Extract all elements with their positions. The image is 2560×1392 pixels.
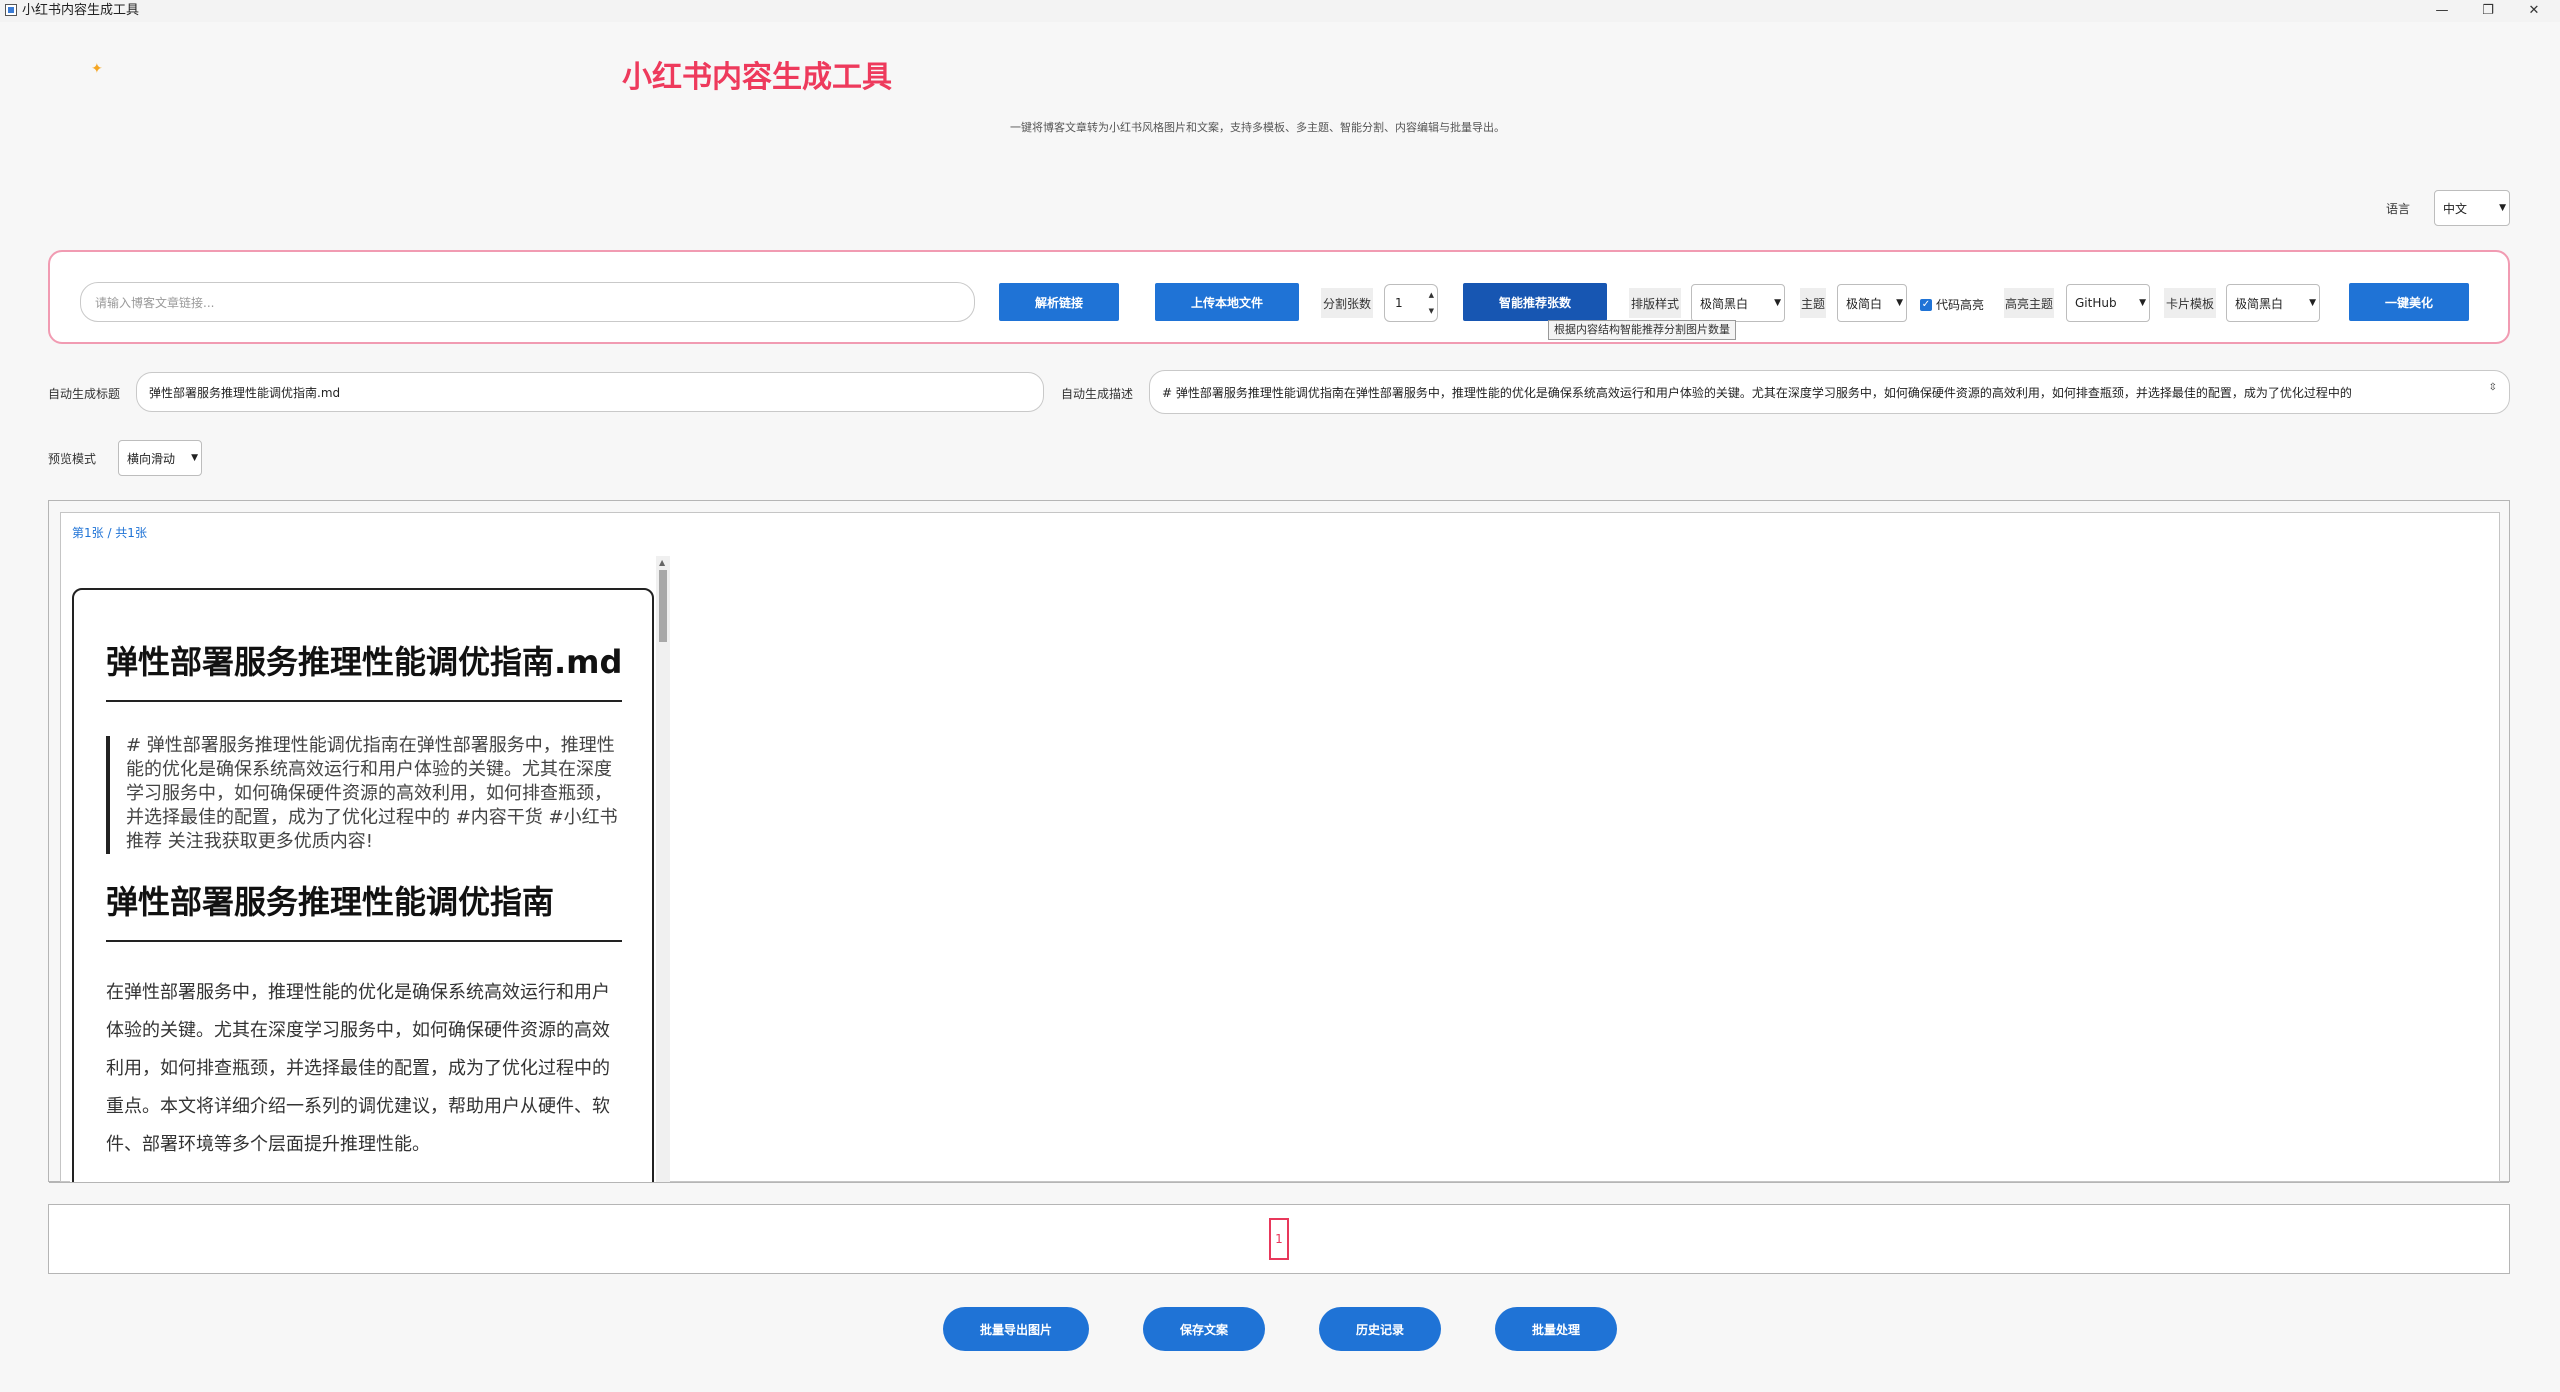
scroll-up-icon[interactable]: ▲ — [659, 558, 665, 567]
language-value: 中文 — [2443, 201, 2468, 216]
batch-process-button[interactable]: 批量处理 — [1495, 1307, 1617, 1351]
quote-bar — [106, 736, 110, 854]
parse-link-button[interactable]: 解析链接 — [999, 283, 1119, 321]
card-blockquote: # 弹性部署服务推理性能调优指南在弹性部署服务中，推理性能的优化是确保系统高效运… — [126, 735, 618, 852]
app-icon — [5, 4, 17, 16]
url-input[interactable]: 请输入博客文章链接... — [80, 282, 975, 322]
smart-recommend-button[interactable]: 智能推荐张数 — [1463, 283, 1607, 321]
url-placeholder: 请输入博客文章链接... — [95, 295, 215, 310]
card-template-label: 卡片模板 — [2164, 288, 2216, 318]
layout-style-label: 排版样式 — [1629, 288, 1681, 318]
language-label: 语言 — [2386, 202, 2411, 216]
window-titlebar — [0, 0, 2560, 22]
theme-value: 极简白 — [1846, 296, 1883, 311]
page-button[interactable]: 1 — [1269, 1218, 1289, 1260]
chevron-down-icon: ▼ — [1774, 298, 1781, 308]
auto-desc-value: # 弹性部署服务推理性能调优指南在弹性部署服务中，推理性能的优化是确保系统高效运… — [1162, 385, 2352, 400]
resize-handle-icon[interactable]: ⇳ — [2489, 383, 2497, 393]
save-copy-button[interactable]: 保存文案 — [1143, 1307, 1265, 1351]
heading-divider — [106, 700, 622, 702]
page-subtitle: 一键将博客文章转为小红书风格图片和文案，支持多模板、多主题、智能分割、内容编辑与… — [1010, 121, 1505, 134]
page-indicator: 第1张 / 共1张 — [72, 526, 147, 540]
highlight-theme-label: 高亮主题 — [2004, 288, 2054, 318]
upload-file-button[interactable]: 上传本地文件 — [1155, 283, 1299, 321]
batch-export-button[interactable]: 批量导出图片 — [943, 1307, 1089, 1351]
card-template-value: 极简黑白 — [2235, 296, 2284, 311]
highlight-theme-value: GitHub — [2075, 296, 2117, 310]
auto-desc-label: 自动生成描述 — [1061, 387, 1134, 401]
chevron-down-icon: ▼ — [1896, 298, 1903, 308]
card-template-select[interactable]: 极简黑白 ▼ — [2226, 284, 2320, 322]
split-count-value: 1 — [1395, 296, 1403, 310]
card-paragraph: 在弹性部署服务中，推理性能的优化是确保系统高效运行和用户体验的关键。尤其在深度学… — [106, 982, 610, 1155]
auto-title-input[interactable]: 弹性部署服务推理性能调优指南.md — [136, 372, 1044, 412]
card-heading-1: 弹性部署服务推理性能调优指南.md — [106, 643, 623, 681]
preview-gap — [49, 1183, 2509, 1204]
scrollbar-thumb[interactable] — [659, 570, 667, 642]
split-count-label: 分割张数 — [1321, 288, 1373, 318]
auto-title-value: 弹性部署服务推理性能调优指南.md — [149, 385, 341, 400]
highlight-theme-select[interactable]: GitHub ▼ — [2066, 284, 2150, 322]
preview-mode-value: 横向滑动 — [127, 451, 176, 466]
beautify-button[interactable]: 一键美化 — [2349, 283, 2469, 321]
heading-divider — [106, 940, 622, 942]
stepper-up-icon[interactable]: ▲ — [1429, 291, 1434, 299]
chevron-down-icon: ▼ — [2309, 298, 2316, 308]
layout-style-value: 极简黑白 — [1700, 296, 1749, 311]
checkbox-checked-icon[interactable]: ✓ — [1920, 298, 1932, 311]
preview-mode-select[interactable]: 横向滑动 ▼ — [118, 440, 202, 476]
close-icon[interactable]: ✕ — [2512, 0, 2556, 22]
card-heading-2: 弹性部署服务推理性能调优指南 — [106, 883, 555, 921]
auto-desc-textarea[interactable]: # 弹性部署服务推理性能调优指南在弹性部署服务中，推理性能的优化是确保系统高效运… — [1149, 370, 2510, 414]
split-count-stepper[interactable]: 1 ▲ ▼ — [1384, 284, 1438, 322]
chevron-down-icon: ▼ — [191, 453, 198, 463]
theme-label: 主题 — [1800, 288, 1826, 318]
language-select[interactable]: 中文 ▼ — [2434, 190, 2510, 226]
window-title: 小红书内容生成工具 — [22, 3, 140, 18]
chevron-down-icon: ▼ — [2139, 298, 2146, 308]
code-highlight-label: 代码高亮 — [1936, 298, 1985, 312]
maximize-icon[interactable]: ❐ — [2466, 0, 2510, 22]
preview-mode-label: 预览模式 — [48, 452, 97, 466]
auto-title-label: 自动生成标题 — [48, 387, 121, 401]
smart-recommend-tooltip: 根据内容结构智能推荐分割图片数量 — [1548, 320, 1736, 340]
card-scrollbar[interactable] — [656, 556, 670, 1182]
chevron-down-icon: ▼ — [2499, 203, 2506, 213]
theme-select[interactable]: 极简白 ▼ — [1837, 284, 1907, 322]
history-button[interactable]: 历史记录 — [1319, 1307, 1441, 1351]
page-title: 小红书内容生成工具 — [622, 60, 892, 95]
stepper-down-icon[interactable]: ▼ — [1429, 307, 1434, 315]
layout-style-select[interactable]: 极简黑白 ▼ — [1691, 284, 1785, 322]
minimize-icon[interactable]: — — [2420, 0, 2464, 22]
code-highlight-toggle[interactable]: ✓ 代码高亮 — [1920, 296, 1984, 313]
